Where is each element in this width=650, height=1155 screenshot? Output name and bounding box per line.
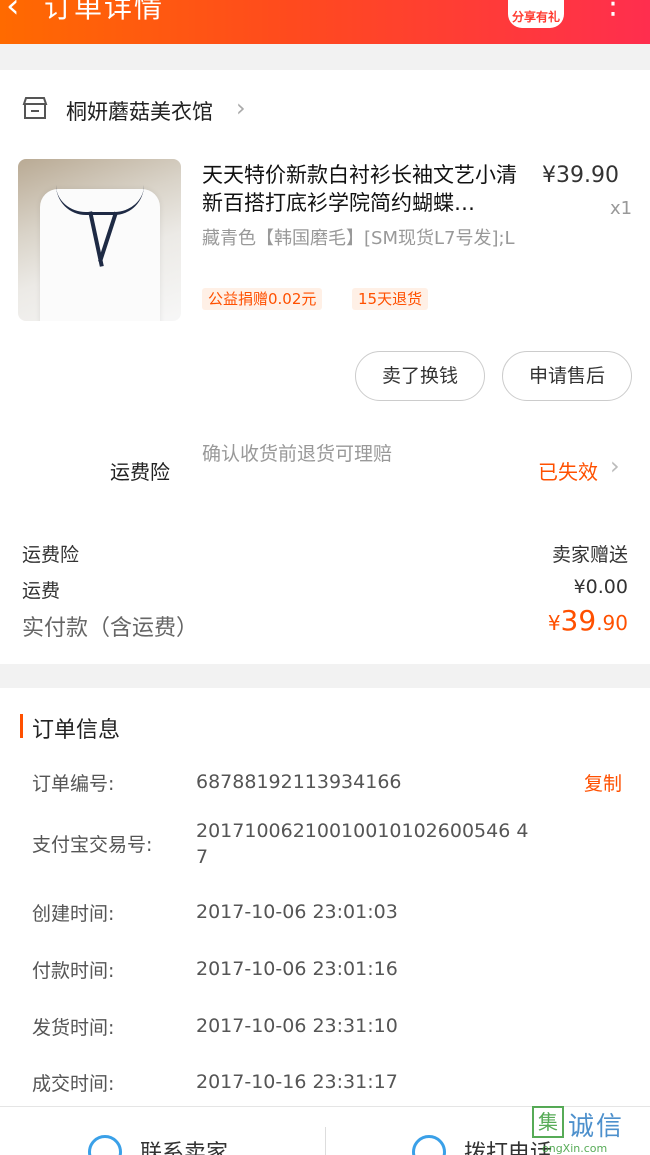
- product-price: ¥39.90: [542, 163, 619, 188]
- phone-icon[interactable]: [412, 1135, 446, 1155]
- product-title[interactable]: 天天特价新款白衬衫长袖文艺小清新百搭打底衫学院简约蝴蝶…: [202, 161, 532, 217]
- currency-symbol: ¥: [547, 611, 561, 635]
- contact-seller-button[interactable]: 联系卖家: [140, 1135, 228, 1155]
- total-decimal: .90: [596, 611, 628, 635]
- product-spec: 藏青色【韩国磨毛】[SM现货L7号发];L: [202, 228, 515, 249]
- shipping-fee-row: 运费 ¥0.00: [22, 576, 628, 606]
- page-title: 订单详情: [44, 0, 165, 24]
- top-bar: ‹ 订单详情 分享有礼 ⋮: [0, 0, 650, 44]
- info-value: 20171006210010010102600546 47: [196, 820, 529, 868]
- charity-tag: 公益捐赠0.02元: [202, 288, 323, 310]
- return-tag: 15天退货: [352, 288, 429, 310]
- shop-name: 桐妍蘑菇美衣馆: [66, 100, 213, 124]
- order-card: 桐妍蘑菇美衣馆 › 天天特价新款白衬衫长袖文艺小清新百搭打底衫学院简约蝴蝶… ¥…: [0, 70, 650, 664]
- total-paid-row: 实付款（含运费） ¥39.90: [22, 604, 628, 641]
- chevron-right-icon: ›: [610, 452, 620, 480]
- fee-value: ¥0.00: [573, 576, 628, 598]
- watermark-sub: ongXin.com: [542, 1142, 608, 1155]
- info-key: 发货时间:: [32, 1017, 115, 1039]
- insurance-status: 已失效: [538, 460, 598, 484]
- section-title: 订单信息: [32, 718, 121, 743]
- shop-icon: [22, 97, 48, 119]
- fee-label: 运费: [22, 580, 61, 602]
- insurance-desc: 确认收货前退货可理赔: [202, 443, 393, 465]
- insurance-label: 运费险: [110, 460, 170, 484]
- total-value: ¥39.90: [548, 604, 628, 637]
- product-image[interactable]: [18, 159, 181, 321]
- divider: [325, 1127, 326, 1155]
- total-label: 实付款（含运费）: [22, 616, 199, 641]
- watermark-text: 诚信: [568, 1112, 625, 1142]
- chat-icon[interactable]: [88, 1135, 122, 1155]
- copy-button[interactable]: 复制: [584, 769, 622, 796]
- sell-for-cash-button[interactable]: 卖了换钱: [355, 351, 485, 401]
- info-key: 支付宝交易号:: [32, 834, 153, 856]
- product-quantity: x1: [610, 198, 633, 219]
- shipping-insurance-row[interactable]: 运费险 确认收货前退货可理赔 已失效 ›: [0, 438, 650, 508]
- share-gift-button[interactable]: 分享有礼: [508, 0, 564, 28]
- fee-value: 卖家赠送: [551, 544, 628, 566]
- after-sale-button[interactable]: 申请售后: [502, 351, 632, 401]
- watermark-logo: 集 诚信 ongXin.com: [532, 1104, 650, 1155]
- info-key: 创建时间:: [32, 903, 115, 925]
- chevron-right-icon: ›: [236, 94, 246, 122]
- info-value: 2017-10-06 23:01:03: [196, 901, 398, 923]
- info-value: 68788192113934166: [196, 771, 402, 793]
- watermark-box: 集: [532, 1106, 564, 1138]
- section-accent-bar: [20, 714, 23, 738]
- insurance-fee-row: 运费险 卖家赠送: [22, 540, 628, 570]
- order-detail-page: ‹ 订单详情 分享有礼 ⋮ 桐妍蘑菇美衣馆 › 天天特价新款白衬衫长袖文艺小清新…: [0, 0, 650, 1155]
- more-icon[interactable]: ⋮: [598, 0, 628, 24]
- shop-row[interactable]: 桐妍蘑菇美衣馆 ›: [0, 70, 650, 150]
- info-key: 成交时间:: [32, 1073, 115, 1095]
- total-integer: 39: [560, 604, 597, 637]
- info-value: 2017-10-16 23:31:17: [196, 1071, 398, 1093]
- info-value: 2017-10-06 23:31:10: [196, 1015, 398, 1037]
- info-value: 2017-10-06 23:01:16: [196, 958, 398, 980]
- fee-label: 运费险: [22, 544, 80, 566]
- info-key: 订单编号:: [32, 773, 115, 795]
- order-info-section: 订单信息 订单编号: 68788192113934166 复制 支付宝交易号: …: [0, 688, 650, 1108]
- back-icon[interactable]: ‹: [6, 0, 20, 26]
- info-key: 付款时间:: [32, 960, 115, 982]
